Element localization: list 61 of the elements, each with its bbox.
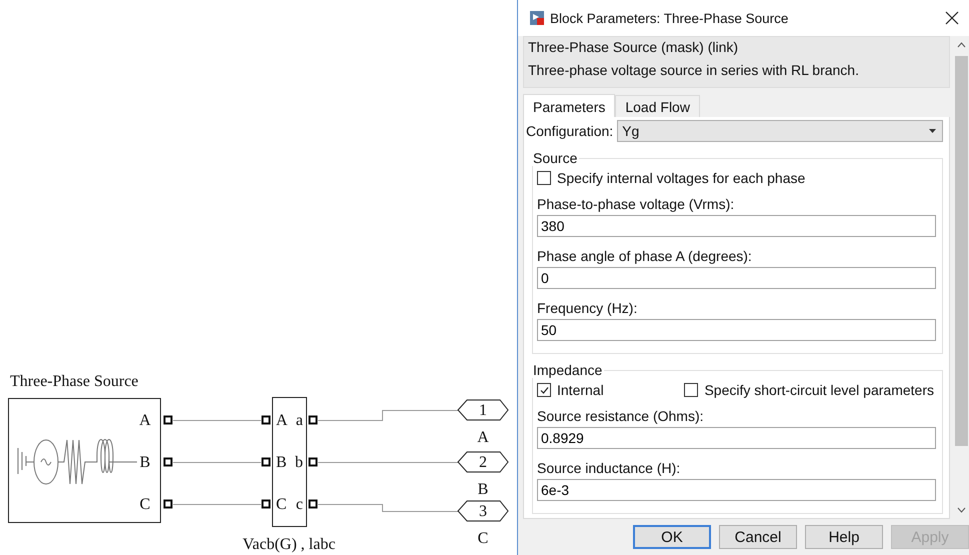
block-title: Three-Phase Source <box>10 373 138 390</box>
block-label: Vacb(G) , labc <box>242 536 336 553</box>
checkbox[interactable]: Specify short-circuit level parameters <box>684 382 934 398</box>
port-number: 3 <box>479 503 487 520</box>
port-label: C <box>140 496 150 513</box>
dialog-button[interactable]: Help <box>805 525 883 549</box>
input-field[interactable]: 0 <box>537 267 936 289</box>
mask-title: Three-Phase Source (mask) (link) <box>528 38 740 56</box>
port-icon <box>164 458 172 466</box>
input-field[interactable]: 6e-3 <box>537 479 936 501</box>
field-label: Frequency (Hz): <box>537 299 638 318</box>
input-field[interactable]: 380 <box>537 215 936 237</box>
port-label: c <box>296 496 303 513</box>
port-icon <box>262 500 270 508</box>
port-label: B <box>478 481 488 498</box>
group-title: Impedance <box>532 362 604 378</box>
configuration-dropdown[interactable]: Yg <box>617 120 943 142</box>
port-label: B <box>140 454 150 471</box>
checkbox[interactable]: Internal <box>537 382 604 398</box>
port-label: A <box>477 429 489 446</box>
dropdown-arrow-icon <box>929 129 936 133</box>
port-number: 2 <box>479 454 487 471</box>
tab[interactable]: Load Flow <box>615 95 700 117</box>
port-label: b <box>295 454 303 471</box>
group-title: Source <box>532 150 578 166</box>
outport-block <box>457 400 509 420</box>
port-icon <box>308 458 318 466</box>
field-label: Phase-to-phase voltage (Vrms): <box>537 195 736 214</box>
port-label: C <box>276 496 287 513</box>
port-label: B <box>276 454 287 471</box>
port-icon <box>164 416 172 424</box>
input-field[interactable]: 0.8929 <box>537 427 936 449</box>
dialog-button[interactable]: Cancel <box>719 525 797 549</box>
scroll-down-icon <box>957 507 966 513</box>
port-label: a <box>296 412 303 429</box>
block-description: Three-phase voltage source in series with RL branch. <box>528 61 860 80</box>
field-label: Source inductance (H): <box>537 459 682 478</box>
tab[interactable]: Parameters <box>523 94 616 117</box>
port-icon <box>308 416 318 424</box>
port-icon <box>262 458 270 466</box>
port-label: A <box>139 412 151 429</box>
checkmark-icon <box>538 384 550 396</box>
field-label: Phase angle of phase A (degrees): <box>537 247 753 266</box>
dialog-button[interactable]: OK <box>633 525 711 549</box>
port-icon <box>164 500 172 508</box>
outport-block <box>457 452 509 472</box>
window-title: Block Parameters: Three-Phase Source <box>550 10 790 26</box>
port-label: A <box>276 412 288 429</box>
block-icon <box>530 11 544 25</box>
checkbox[interactable]: Specify internal voltages for each phase <box>537 170 806 186</box>
port-number: 1 <box>479 402 487 419</box>
outport-block <box>457 500 509 522</box>
scroll-thumb[interactable] <box>955 56 968 446</box>
port-icon <box>262 416 270 424</box>
port-label: C <box>478 530 488 547</box>
input-field[interactable]: 50 <box>537 319 936 341</box>
port-icon <box>308 500 318 508</box>
field-label: Configuration: <box>525 123 614 139</box>
scroll-up-icon <box>957 42 966 48</box>
close-icon[interactable] <box>945 11 959 25</box>
field-label: Source resistance (Ohms): <box>537 407 704 426</box>
